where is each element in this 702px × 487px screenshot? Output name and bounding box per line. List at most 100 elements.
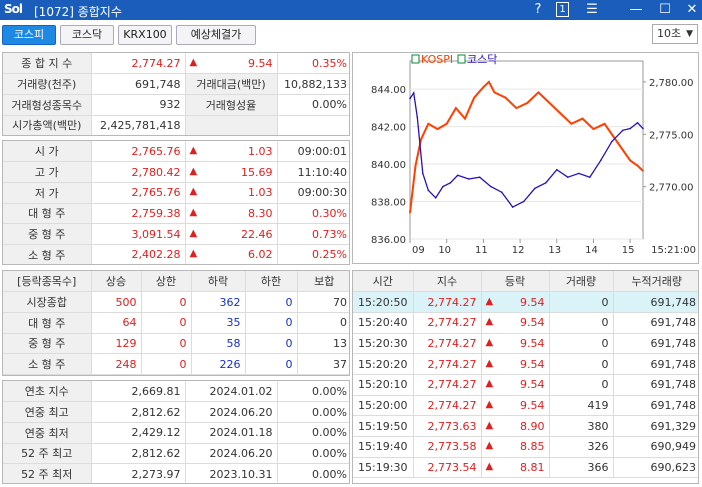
- updown-header-cell: [등락종목수]: [3, 271, 92, 293]
- tick-change: 9.54: [520, 336, 545, 350]
- up-arrow-icon: ▲: [189, 227, 198, 239]
- price-row: 대 형 주 2,759.38 ▲ 8.30 0.30%: [3, 203, 349, 225]
- price-change-cell: ▲ 8.30: [185, 203, 278, 225]
- data-point: [581, 117, 584, 120]
- price-change: 15.69: [241, 165, 273, 179]
- tick-volume: 0: [549, 374, 614, 396]
- up-count: 248: [91, 353, 142, 375]
- data-point: [456, 174, 459, 177]
- tick-header-cell: 거래량: [549, 271, 614, 293]
- data-point: [416, 116, 419, 118]
- traded-issues-label: 거래형성종목수: [3, 94, 92, 116]
- uplimit-count: 0: [141, 312, 192, 334]
- updown-row: 소 형 주 248 0 226 0 37: [3, 353, 349, 375]
- left-tick-label: 836.00: [371, 235, 406, 246]
- data-point: [409, 97, 411, 100]
- up-arrow-icon: ▲: [485, 461, 494, 473]
- tick-time: 15:20:00: [353, 395, 414, 417]
- price-extra: 0.73%: [277, 223, 349, 245]
- down-count: 35: [191, 312, 246, 334]
- data-point: [434, 197, 437, 199]
- tab-krx100[interactable]: KRX100: [118, 25, 172, 45]
- tick-index: 2,774.27: [413, 353, 482, 375]
- data-point: [589, 176, 591, 178]
- tab-kosdaq[interactable]: 코스닥: [60, 25, 114, 45]
- data-point: [534, 187, 536, 190]
- tick-row[interactable]: 15:19:40 2,773.58 ▲ 8.85 326 690,949: [353, 436, 698, 458]
- tick-change-cell: ▲ 9.54: [481, 291, 550, 313]
- data-point: [545, 182, 547, 184]
- tick-row[interactable]: 15:20:50 2,774.27 ▲ 9.54 0 691,748: [353, 291, 698, 313]
- tick-header-cell: 누적거래량: [613, 271, 698, 293]
- tick-change-cell: ▲ 9.54: [481, 374, 550, 396]
- tab-expected-price[interactable]: 예상체결가: [176, 25, 256, 45]
- updown-header-cell: 하락: [191, 271, 246, 293]
- data-point: [570, 123, 573, 125]
- price-label: 소 형 주: [3, 244, 92, 264]
- up-arrow-icon: ▲: [485, 316, 494, 328]
- tick-row[interactable]: 15:20:30 2,774.27 ▲ 9.54 0 691,748: [353, 333, 698, 355]
- price-change: 22.46: [241, 227, 273, 241]
- data-point: [488, 81, 490, 83]
- x-tick-label: 14: [585, 245, 598, 256]
- data-point: [464, 117, 466, 120]
- tick-row[interactable]: 15:20:10 2,774.27 ▲ 9.54 0 691,748: [353, 374, 698, 396]
- data-point: [489, 185, 492, 188]
- price-label: 중 형 주: [3, 223, 92, 245]
- x-tick-label: 13: [548, 245, 561, 256]
- updown-header-cell: 하한: [245, 271, 298, 293]
- price-change-cell: ▲ 6.02: [185, 244, 278, 264]
- tick-row[interactable]: 15:20:00 2,774.27 ▲ 9.54 419 691,748: [353, 395, 698, 417]
- up-arrow-icon: ▲: [485, 357, 494, 369]
- tick-row[interactable]: 15:19:50 2,773.63 ▲ 8.90 380 691,329: [353, 415, 698, 437]
- history-value: 2,812.62: [91, 443, 186, 465]
- history-panel: 연초 지수 2,669.81 2024.01.02 0.00% 연중 최고 2,812.6…: [2, 380, 350, 484]
- tick-change: 8.85: [520, 440, 545, 454]
- up-arrow-icon: ▲: [485, 419, 494, 431]
- tick-change: 9.54: [520, 357, 545, 371]
- interval-select[interactable]: 10초 ▼: [652, 24, 698, 44]
- tick-change-cell: ▲ 9.54: [481, 395, 550, 417]
- menu-icon[interactable]: ☰: [584, 1, 600, 18]
- tick-header-cell: 지수: [413, 271, 482, 293]
- close-icon[interactable]: ✕: [684, 1, 700, 18]
- updown-row: 대 형 주 64 0 35 0 0: [3, 312, 349, 334]
- minimize-icon[interactable]: —: [628, 1, 644, 18]
- price-change: 1.03: [248, 144, 273, 158]
- tick-row[interactable]: 15:20:40 2,774.27 ▲ 9.54 0 691,748: [353, 312, 698, 334]
- tick-change-cell: ▲ 9.54: [481, 353, 550, 375]
- data-point: [445, 123, 448, 125]
- downlimit-count: 0: [245, 291, 298, 313]
- tick-index: 2,774.27: [413, 374, 482, 396]
- flat-count: 0: [297, 312, 349, 334]
- tick-index: 2,773.54: [413, 457, 482, 479]
- price-extra: 0.25%: [277, 244, 349, 264]
- tick-change: 9.54: [520, 295, 545, 309]
- tick-cum-volume: 691,748: [613, 374, 698, 396]
- data-point: [642, 127, 644, 130]
- help-icon[interactable]: ?: [530, 1, 546, 18]
- tick-change-cell: ▲ 8.81: [481, 457, 550, 479]
- tick-cum-volume: 691,748: [613, 291, 698, 313]
- market-cap-value: 2,425,781,418: [91, 115, 186, 135]
- page-number-icon[interactable]: 1: [556, 2, 569, 17]
- data-point: [473, 96, 475, 99]
- tick-index: 2,773.63: [413, 415, 482, 437]
- history-label: 연중 최고: [3, 401, 92, 423]
- left-tick-label: 840.00: [371, 160, 406, 171]
- history-date: 2024.01.18: [185, 422, 278, 444]
- market-cap-label: 시가총액(백만): [3, 115, 92, 135]
- up-arrow-icon: ▲: [189, 248, 198, 260]
- window-title: [1072] 종합지수: [34, 5, 122, 19]
- tab-kospi[interactable]: 코스피: [2, 25, 56, 45]
- empty-value: [277, 115, 349, 135]
- price-row: 저 가 2,765.76 ▲ 1.03 09:00:30: [3, 182, 349, 204]
- data-point: [409, 212, 411, 214]
- updown-panel: [등락종목수] 상승 상한 하락 하한 보합 시장종합 500 0 362 0 70 대 형 주 64 0 3…: [2, 270, 350, 376]
- index-row: 종 합 지 수 2,774.27 ▲ 9.54 0.35%: [3, 53, 349, 75]
- maximize-icon[interactable]: ☐: [657, 1, 673, 18]
- price-label: 고 가: [3, 161, 92, 183]
- tick-row[interactable]: 15:20:20 2,774.27 ▲ 9.54 0 691,748: [353, 353, 698, 375]
- tick-row[interactable]: 15:19:30 2,773.54 ▲ 8.81 366 690,623: [353, 457, 698, 479]
- tick-change: 8.90: [520, 419, 545, 433]
